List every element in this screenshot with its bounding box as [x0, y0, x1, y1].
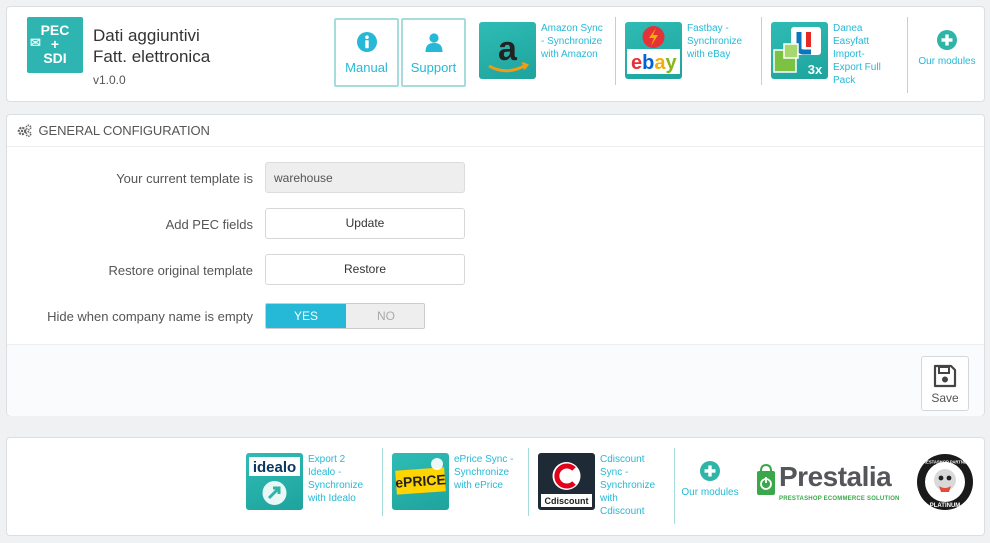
floppy-disk-icon — [933, 364, 957, 388]
manual-label: Manual — [345, 60, 388, 75]
svg-text:Cdiscount: Cdiscount — [545, 496, 589, 506]
prestalia-logo[interactable]: Prestalia PRESTASHOP ECOMMERCE SOLUTION — [756, 461, 906, 505]
separator — [528, 448, 529, 516]
prestashop-platinum-partner-badge: PRESTASHOP PARTNER PLATINUM — [917, 454, 973, 510]
prestalia-wordmark: Prestalia — [779, 461, 892, 492]
svg-text:idealo: idealo — [253, 459, 296, 476]
promo-fastbay[interactable]: ebay Fastbay - Synchronize with eBay — [625, 22, 755, 82]
cdiscount-icon: Cdiscount — [538, 453, 595, 510]
svg-text:ebay: ebay — [631, 52, 677, 74]
module-logo: PEC + SDI ✉ — [27, 17, 83, 73]
template-label: Your current template is — [116, 171, 253, 186]
separator — [761, 17, 762, 85]
support-label: Support — [410, 60, 457, 75]
general-configuration-panel: GENERAL CONFIGURATION Your current templ… — [6, 114, 985, 416]
promo-fastbay-text: Fastbay - Synchronize with eBay — [687, 23, 743, 60]
promo-amazon-sync[interactable]: a Amazon Sync - Synchronize with Amazon — [479, 22, 609, 82]
switch-yes-option[interactable]: YES — [266, 304, 346, 328]
footer-our-modules-link[interactable]: Our modules — [679, 461, 741, 498]
promo-cdiscount-text: Cdiscount Sync - Synchronize with Cdisco… — [600, 454, 656, 517]
footer-our-modules-label: Our modules — [681, 487, 739, 498]
promo-cdiscount-sync[interactable]: Cdiscount Cdiscount Sync - Synchronize w… — [538, 453, 668, 525]
our-modules-link[interactable]: Our modules — [912, 30, 982, 67]
eprice-icon: ePRICE — [392, 453, 449, 510]
module-footer: idealo Export 2 Idealo - Synchronize wit… — [6, 437, 985, 536]
plus-circle-icon — [937, 30, 957, 50]
plus-circle-icon — [700, 461, 720, 481]
user-icon — [425, 33, 442, 52]
promo-export-idealo[interactable]: idealo Export 2 Idealo - Synchronize wit… — [246, 453, 376, 521]
pec-fields-label: Add PEC fields — [165, 217, 253, 232]
save-label: Save — [931, 391, 959, 405]
panel-heading: GENERAL CONFIGURATION — [7, 115, 984, 147]
svg-text:3x: 3x — [808, 62, 823, 77]
svg-text:a: a — [498, 30, 518, 68]
promo-amazon-text: Amazon Sync - Synchronize with Amazon — [541, 23, 603, 60]
separator — [674, 448, 675, 524]
module-title-line2: Fatt. elettronica — [93, 47, 211, 66]
promo-idealo-text: Export 2 Idealo - Synchronize with Ideal… — [308, 454, 364, 504]
logo-line-3: SDI — [43, 50, 67, 66]
restore-button[interactable]: Restore — [265, 254, 465, 285]
envelope-icon: ✉ — [30, 35, 41, 50]
hide-company-label: Hide when company name is empty — [47, 309, 253, 324]
restore-template-label: Restore original template — [108, 263, 253, 278]
shopping-bag-icon — [757, 463, 775, 495]
promo-eprice-sync[interactable]: ePRICE ePrice Sync - Synchronize with eP… — [392, 453, 522, 513]
badge-bottom-text: PLATINUM — [930, 503, 961, 509]
promo-eprice-text: ePrice Sync - Synchronize with ePrice — [454, 454, 514, 491]
ebay-icon: ebay — [625, 22, 682, 79]
module-header: PEC + SDI ✉ Dati aggiuntivi Fatt. elettr… — [6, 6, 985, 102]
save-button[interactable]: Save — [921, 356, 969, 411]
badge-top-text: PRESTASHOP PARTNER — [920, 460, 970, 465]
module-title: Dati aggiuntivi Fatt. elettronica — [93, 25, 210, 67]
separator — [615, 17, 616, 85]
support-button[interactable]: Support — [401, 18, 466, 87]
info-icon — [356, 32, 377, 52]
amazon-icon: a — [479, 22, 536, 79]
promo-danea-easyfatt[interactable]: 3x Danea Easyfatt Import- Export Full Pa… — [771, 22, 901, 94]
prestalia-tagline: PRESTASHOP ECOMMERCE SOLUTION — [779, 496, 900, 502]
module-version: v1.0.0 — [93, 73, 126, 87]
cogs-icon — [17, 124, 32, 137]
module-title-line1: Dati aggiuntivi — [93, 26, 200, 45]
hide-company-switch[interactable]: YES NO — [265, 303, 425, 329]
our-modules-label: Our modules — [918, 56, 976, 67]
manual-button[interactable]: Manual — [334, 18, 399, 87]
danea-icon: 3x — [771, 22, 828, 79]
separator — [382, 448, 383, 516]
idealo-icon: idealo — [246, 453, 303, 510]
update-button[interactable]: Update — [265, 208, 465, 239]
switch-no-option[interactable]: NO — [346, 304, 424, 328]
panel-heading-title: GENERAL CONFIGURATION — [38, 123, 210, 138]
panel-footer: Save — [7, 344, 984, 416]
promo-danea-text: Danea Easyfatt Import- Export Full Pack — [833, 23, 881, 86]
separator — [907, 17, 908, 93]
current-template-field: warehouse — [265, 162, 465, 193]
